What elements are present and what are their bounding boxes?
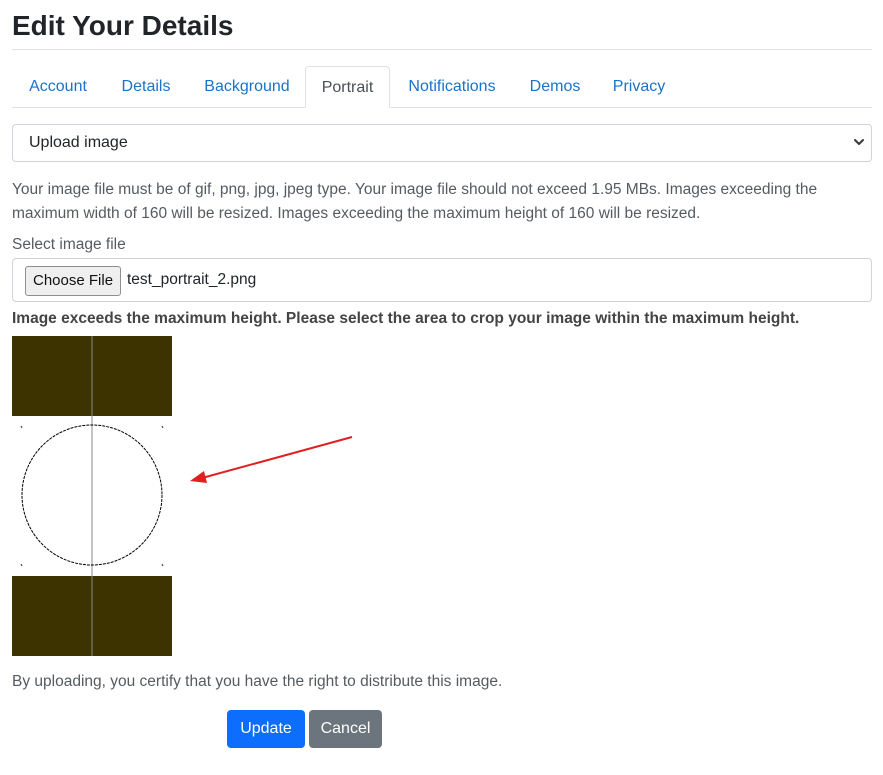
tab-background[interactable]: Background (188, 66, 306, 108)
crop-area[interactable] (12, 336, 172, 656)
tab-demos[interactable]: Demos (514, 66, 596, 108)
tab-privacy[interactable]: Privacy (598, 66, 680, 108)
page-title: Edit Your Details (12, 10, 234, 41)
file-input[interactable]: Choose File test_portrait_2.png (12, 258, 872, 302)
image-source-select[interactable]: Upload image (12, 124, 872, 162)
tab-bar: Account Details Background Portrait Noti… (12, 66, 872, 108)
tab-details[interactable]: Details (106, 66, 186, 108)
certify-text: By uploading, you certify that you have … (12, 673, 503, 690)
tab-notifications[interactable]: Notifications (392, 66, 512, 108)
tab-portrait[interactable]: Portrait (305, 66, 390, 108)
crop-warning: Image exceeds the maximum height. Please… (12, 310, 800, 327)
image-source-value: Upload image (29, 134, 128, 151)
title-divider (12, 49, 872, 50)
update-button[interactable]: Update (227, 710, 305, 748)
choose-file-button[interactable]: Choose File (25, 266, 122, 296)
upload-help-text: Your image file must be of gif, png, jpg… (12, 181, 818, 222)
chevron-down-icon (853, 125, 865, 175)
selected-file-name: test_portrait_2.png (127, 271, 257, 288)
cancel-button[interactable]: Cancel (309, 710, 382, 748)
annotation-arrow (190, 436, 353, 483)
tab-account[interactable]: Account (12, 66, 104, 108)
file-field-label: Select image file (12, 236, 126, 253)
